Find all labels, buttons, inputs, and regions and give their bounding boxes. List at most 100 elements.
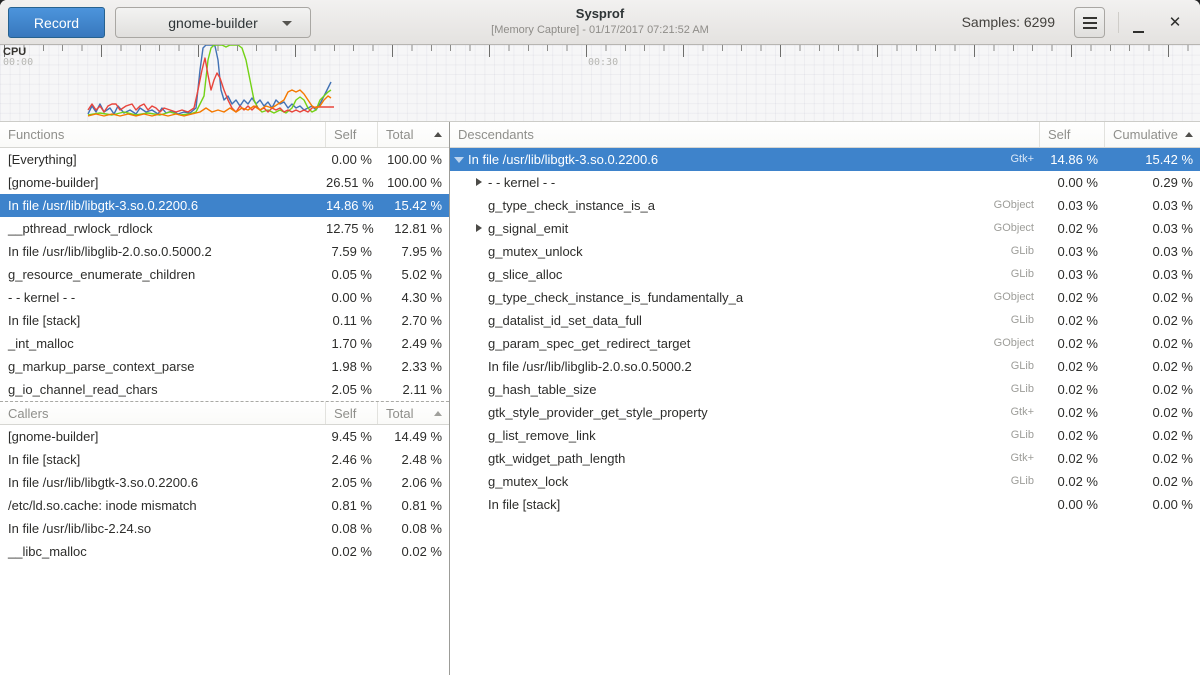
tree-row[interactable]: In file /usr/lib/libglib-2.0.so.0.5000.2… (450, 355, 1200, 378)
row-name-cell: In file /usr/lib/libgtk-3.so.0.2200.6Gtk… (450, 148, 1040, 171)
column-header-descendants[interactable]: Descendants (450, 122, 1040, 147)
row-cumulative-percent: 0.02 % (1105, 355, 1200, 378)
tree-row[interactable]: - - kernel - -0.00 %0.29 % (450, 171, 1200, 194)
table-row[interactable]: In file [stack]2.46 %2.48 % (0, 448, 449, 471)
row-name-cell: g_datalist_id_set_data_fullGLib (450, 309, 1040, 332)
row-self-percent: 0.03 % (1040, 194, 1105, 217)
tree-row[interactable]: g_type_check_instance_is_aGObject0.03 %0… (450, 194, 1200, 217)
row-total-percent: 12.81 % (378, 217, 449, 240)
row-library-badge: Gtk+ (1010, 401, 1040, 424)
row-total-percent: 2.49 % (378, 332, 449, 355)
window-title-block: Sysprof [Memory Capture] - 01/17/2017 07… (491, 5, 709, 37)
row-cumulative-percent: 0.29 % (1105, 171, 1200, 194)
target-select[interactable]: gnome-builder (115, 7, 311, 38)
tree-indent (450, 458, 474, 459)
row-function-name: gtk_widget_path_length (488, 447, 625, 470)
row-total-percent: 100.00 % (378, 171, 449, 194)
row-total-percent: 2.48 % (378, 448, 449, 471)
column-header-functions[interactable]: Functions (0, 122, 326, 147)
column-header-cumulative-label: Cumulative (1113, 127, 1178, 142)
minimize-button[interactable] (1125, 8, 1151, 38)
row-cumulative-percent: 0.02 % (1105, 378, 1200, 401)
column-header-total[interactable]: Total (378, 122, 449, 147)
row-self-percent: 0.05 % (326, 263, 378, 286)
table-row[interactable]: In file /usr/lib/libc-2.24.so0.08 %0.08 … (0, 517, 449, 540)
expander-closed-icon[interactable] (474, 171, 484, 194)
row-library-badge: GObject (994, 217, 1040, 240)
column-header-cumulative[interactable]: Cumulative (1105, 122, 1200, 147)
expander-open-icon[interactable] (454, 148, 464, 171)
callers-table-body: [gnome-builder]9.45 %14.49 %In file [sta… (0, 425, 449, 563)
chevron-down-icon (282, 21, 292, 26)
titlebar: Record gnome-builder Sysprof [Memory Cap… (0, 0, 1200, 45)
table-row[interactable]: - - kernel - -0.00 %4.30 % (0, 286, 449, 309)
row-name-cell: g_slice_allocGLib (450, 263, 1040, 286)
row-name-cell: g_list_remove_linkGLib (450, 424, 1040, 447)
tree-indent (450, 182, 474, 183)
close-button[interactable]: ✕ (1162, 8, 1188, 38)
table-row[interactable]: _int_malloc1.70 %2.49 % (0, 332, 449, 355)
table-row[interactable]: In file /usr/lib/libglib-2.0.so.0.5000.2… (0, 240, 449, 263)
row-cumulative-percent: 0.03 % (1105, 194, 1200, 217)
tree-row[interactable]: g_hash_table_sizeGLib0.02 %0.02 % (450, 378, 1200, 401)
column-header-total[interactable]: Total (378, 402, 449, 424)
left-panel: Functions Self Total [Everything]0.00 %1… (0, 122, 450, 675)
row-self-percent: 0.02 % (1040, 447, 1105, 470)
table-row[interactable]: g_io_channel_read_chars2.05 %2.11 % (0, 378, 449, 401)
row-self-percent: 0.02 % (1040, 286, 1105, 309)
tree-row[interactable]: g_datalist_id_set_data_fullGLib0.02 %0.0… (450, 309, 1200, 332)
table-row[interactable]: g_markup_parse_context_parse1.98 %2.33 % (0, 355, 449, 378)
menu-button[interactable] (1074, 7, 1105, 38)
row-name-cell: g_type_check_instance_is_fundamentally_a… (450, 286, 1040, 309)
table-row[interactable]: __pthread_rwlock_rdlock12.75 %12.81 % (0, 217, 449, 240)
tree-row[interactable]: In file /usr/lib/libgtk-3.so.0.2200.6Gtk… (450, 148, 1200, 171)
table-row[interactable]: __libc_malloc0.02 %0.02 % (0, 540, 449, 563)
tree-row[interactable]: g_mutex_unlockGLib0.03 %0.03 % (450, 240, 1200, 263)
titlebar-separator (1118, 12, 1119, 33)
table-row[interactable]: In file /usr/lib/libgtk-3.so.0.2200.614.… (0, 194, 449, 217)
row-function-name: In file /usr/lib/libgtk-3.so.0.2200.6 (0, 194, 326, 217)
row-self-percent: 0.02 % (326, 540, 378, 563)
tree-row[interactable]: In file [stack]0.00 %0.00 % (450, 493, 1200, 516)
row-self-percent: 2.46 % (326, 448, 378, 471)
tree-row[interactable]: g_signal_emitGObject0.02 %0.03 % (450, 217, 1200, 240)
tree-row[interactable]: g_mutex_lockGLib0.02 %0.02 % (450, 470, 1200, 493)
row-function-name: g_type_check_instance_is_fundamentally_a (488, 286, 743, 309)
tree-row[interactable]: g_param_spec_get_redirect_targetGObject0… (450, 332, 1200, 355)
column-header-callers[interactable]: Callers (0, 402, 326, 424)
row-library-badge: GLib (1011, 424, 1040, 447)
tree-row[interactable]: g_slice_allocGLib0.03 %0.03 % (450, 263, 1200, 286)
row-library-badge: GObject (994, 332, 1040, 355)
row-self-percent: 7.59 % (326, 240, 378, 263)
table-row[interactable]: g_resource_enumerate_children0.05 %5.02 … (0, 263, 449, 286)
row-self-percent: 0.03 % (1040, 263, 1105, 286)
cpu-graph[interactable]: CPU 00:00 00:30 (0, 45, 1200, 122)
row-self-percent: 0.00 % (326, 148, 378, 171)
table-row[interactable]: [gnome-builder]9.45 %14.49 % (0, 425, 449, 448)
row-library-badge: GLib (1011, 240, 1040, 263)
table-row[interactable]: [gnome-builder]26.51 %100.00 % (0, 171, 449, 194)
record-button[interactable]: Record (8, 7, 105, 38)
expander-placeholder (474, 470, 484, 493)
tree-row[interactable]: g_list_remove_linkGLib0.02 %0.02 % (450, 424, 1200, 447)
column-header-self[interactable]: Self (326, 122, 378, 147)
column-header-self[interactable]: Self (326, 402, 378, 424)
row-cumulative-percent: 0.02 % (1105, 470, 1200, 493)
tree-row[interactable]: gtk_style_provider_get_style_propertyGtk… (450, 401, 1200, 424)
table-row[interactable]: In file /usr/lib/libgtk-3.so.0.2200.62.0… (0, 471, 449, 494)
sort-ascending-icon (1185, 132, 1193, 137)
tree-row[interactable]: g_type_check_instance_is_fundamentally_a… (450, 286, 1200, 309)
expander-closed-icon[interactable] (474, 217, 484, 240)
expander-placeholder (474, 378, 484, 401)
row-total-percent: 2.70 % (378, 309, 449, 332)
samples-count: Samples: 6299 (962, 0, 1055, 45)
row-total-percent: 14.49 % (378, 425, 449, 448)
row-function-name: g_mutex_unlock (488, 240, 583, 263)
expander-placeholder (474, 286, 484, 309)
target-select-label: gnome-builder (168, 15, 258, 31)
table-row[interactable]: [Everything]0.00 %100.00 % (0, 148, 449, 171)
table-row[interactable]: /etc/ld.so.cache: inode mismatch0.81 %0.… (0, 494, 449, 517)
table-row[interactable]: In file [stack]0.11 %2.70 % (0, 309, 449, 332)
column-header-self[interactable]: Self (1040, 122, 1105, 147)
tree-row[interactable]: gtk_widget_path_lengthGtk+0.02 %0.02 % (450, 447, 1200, 470)
